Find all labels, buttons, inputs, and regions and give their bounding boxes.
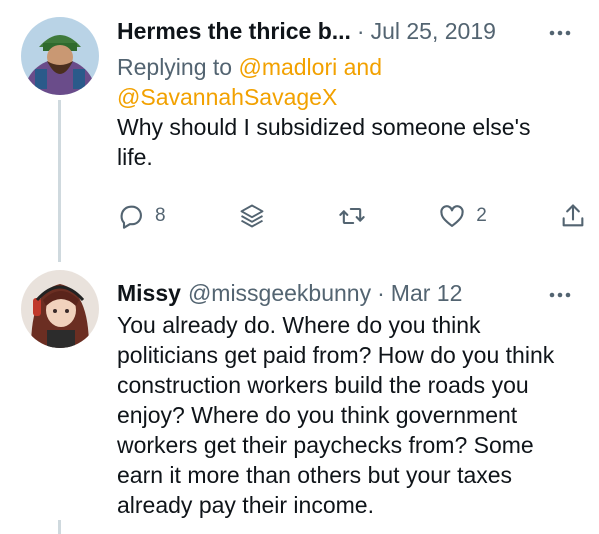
tweet-text: You already do. Where do you think polit… <box>117 310 575 520</box>
retweet-icon <box>339 207 365 225</box>
tweet-missy[interactable]: Missy @missgeekbunny · Mar 12 You alread… <box>0 262 599 534</box>
tweet-text: Why should I subsidized someone else's l… <box>117 112 575 172</box>
timestamp[interactable]: Jul 25, 2019 <box>371 18 496 45</box>
more-options-icon[interactable] <box>545 18 575 48</box>
tweet-text-line: enjoy? Where do you think government <box>117 402 518 428</box>
replying-to: Replying to @madlori and @SavannahSavage… <box>117 52 575 112</box>
tweet-text-line: Why should I subsidized someone else's <box>117 114 531 140</box>
share-icon <box>562 204 584 227</box>
tweet-hermes[interactable]: Hermes the thrice b... · Jul 25, 2019 Re… <box>0 0 599 262</box>
like-button[interactable]: 2 <box>438 202 487 230</box>
reply-button[interactable]: 8 <box>117 202 166 230</box>
share-button[interactable] <box>559 202 587 230</box>
tweet-header: Hermes the thrice b... · Jul 25, 2019 <box>117 18 575 48</box>
reply-count: 8 <box>155 205 166 226</box>
layers-icon <box>240 204 264 228</box>
more-options-icon[interactable] <box>545 280 575 310</box>
reply-icon <box>120 205 142 229</box>
tweet-actions: 8 2 <box>117 196 587 236</box>
tweet-text-line: workers get their paychecks from? Some <box>117 432 534 458</box>
separator-dot: · <box>356 18 365 44</box>
mention-savannahsavagex[interactable]: @SavannahSavageX <box>117 84 337 110</box>
tweet-text-line: life. <box>117 144 153 170</box>
avatar-bearded-man-turban-icon <box>21 17 99 95</box>
separator-dot: · <box>377 280 385 306</box>
tweet-header: Missy @missgeekbunny · Mar 12 <box>117 280 575 310</box>
thread-line <box>58 520 61 534</box>
like-count: 2 <box>476 205 487 226</box>
tweet-text-line: construction workers build the roads you <box>117 372 529 398</box>
display-name[interactable]: Hermes the thrice b... <box>117 18 351 45</box>
avatar-anime-girl-headphones-icon <box>21 270 99 348</box>
tweet-text-line: politicians get paid from? How do you th… <box>117 342 555 368</box>
retweet-button[interactable] <box>338 202 366 230</box>
tweet-text-line: already pay their income. <box>117 492 374 518</box>
thread-line <box>58 100 61 262</box>
timestamp[interactable]: Mar 12 <box>391 280 463 307</box>
avatar[interactable] <box>21 17 99 95</box>
view-thread-button[interactable] <box>238 202 266 230</box>
heart-icon <box>440 205 464 227</box>
mention-madlori[interactable]: @madlori and <box>238 54 382 80</box>
display-name[interactable]: Missy <box>117 280 181 307</box>
avatar[interactable] <box>21 270 99 348</box>
user-handle[interactable]: @missgeekbunny <box>188 280 371 307</box>
replying-to-label: Replying to <box>117 54 239 80</box>
tweet-text-line: earn it more than others but your taxes <box>117 462 513 488</box>
tweet-text-line: You already do. Where do you think <box>117 312 481 338</box>
